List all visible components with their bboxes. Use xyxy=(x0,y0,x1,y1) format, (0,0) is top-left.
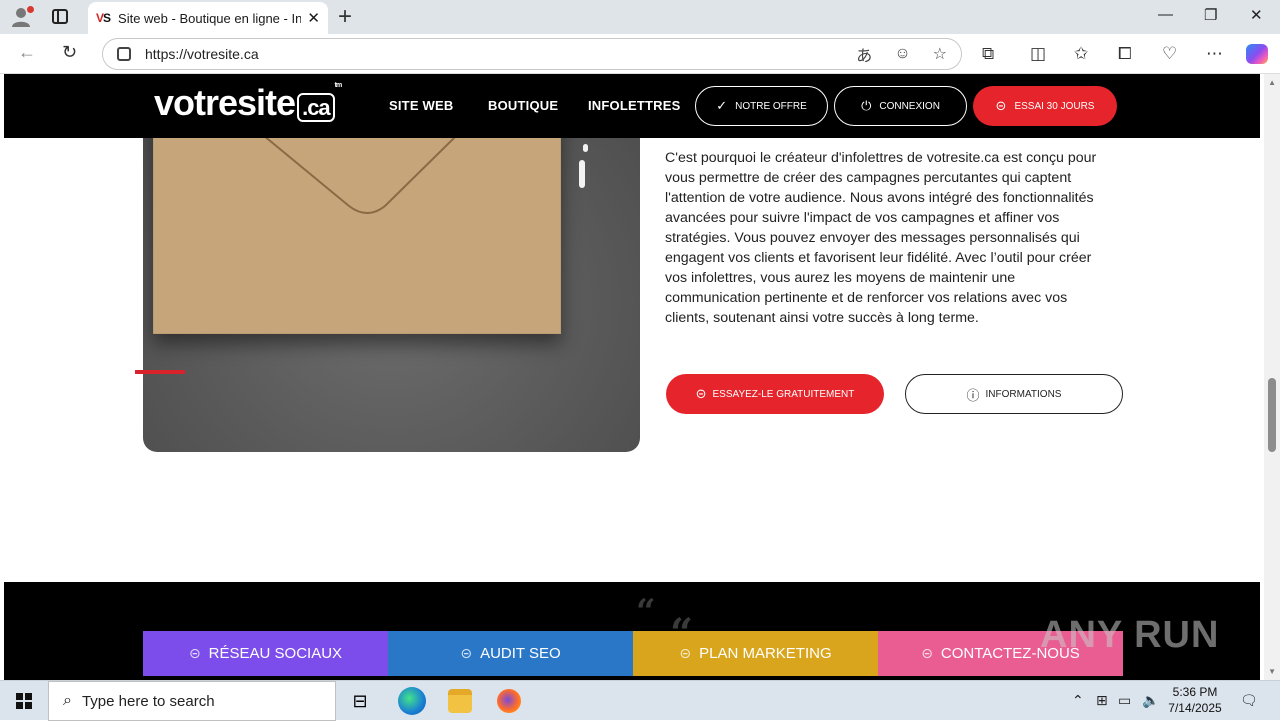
social-networks-label: RÉSEAU SOCIAUX xyxy=(208,645,343,662)
logo-trademark: tm xyxy=(334,82,343,89)
marketing-plan-label: PLAN MARKETING xyxy=(699,645,832,662)
trial-button[interactable]: ⊝ ESSAI 30 JOURS xyxy=(973,86,1117,126)
infolettres-description: C'est pourquoi le créateur d'infolettres… xyxy=(665,150,1097,326)
arrow-circle-icon: ⊝ xyxy=(679,645,692,661)
browser-tab-active[interactable]: VS Site web - Boutique en ligne - Info ✕ xyxy=(88,2,328,34)
page-viewport: C'est pourquoi le créateur d'infolettres… xyxy=(0,74,1280,680)
search-placeholder: Type here to search xyxy=(81,692,215,710)
trial-label: ESSAI 30 JOURS xyxy=(1014,100,1095,112)
try-free-button[interactable]: ⊝ ESSAYEZ-LE GRATUITEMENT xyxy=(666,374,884,414)
arrow-circle-icon: ⊝ xyxy=(460,645,473,661)
back-icon[interactable]: ← xyxy=(18,42,36,63)
copilot-icon[interactable] xyxy=(1246,44,1268,64)
notifications-icon[interactable]: 🗨 xyxy=(1240,692,1258,709)
information-button[interactable]: ⓘ INFORMATIONS xyxy=(905,374,1123,414)
clock-date: 7/14/2025 xyxy=(1168,701,1222,715)
url-text: https://votresite.ca xyxy=(145,46,259,62)
check-badge-icon: ✓ xyxy=(716,98,728,113)
taskbar-clock[interactable]: 5:36 PM 7/14/2025 xyxy=(1160,684,1230,716)
network-icon[interactable]: ▭ xyxy=(1118,692,1131,709)
info-icon: ⓘ xyxy=(966,387,980,403)
arrow-circle-icon: ⊝ xyxy=(695,386,707,401)
nav-boutique[interactable]: BOUTIQUE xyxy=(488,98,558,113)
start-button[interactable] xyxy=(16,693,32,709)
site-info-icon[interactable] xyxy=(117,47,131,61)
site-logo[interactable]: votresite .ca tm xyxy=(154,82,343,124)
new-tab-icon[interactable]: + xyxy=(338,3,352,31)
power-icon: ⏻ xyxy=(861,98,872,113)
arrow-circle-icon: ⊝ xyxy=(995,98,1007,113)
close-window-icon[interactable]: ✕ xyxy=(1250,6,1263,24)
volume-icon[interactable]: 🔈 xyxy=(1142,692,1159,709)
split-screen-icon[interactable]: ◫ xyxy=(1030,44,1046,64)
windows-taskbar: ⌕ Type here to search ⊟ ⌃ ⊞ ▭ 🔈 5:36 PM … xyxy=(0,680,1280,721)
taskbar-search[interactable]: ⌕ Type here to search xyxy=(48,681,336,721)
browser-essentials-icon[interactable]: ♡ xyxy=(1162,44,1177,64)
scroll-down-icon[interactable]: ▼ xyxy=(1268,667,1276,676)
extensions-icon[interactable]: ⧉ xyxy=(982,44,994,64)
seo-audit-button[interactable]: ⊝ AUDIT SEO xyxy=(388,631,633,676)
close-tab-icon[interactable]: ✕ xyxy=(307,9,320,27)
favorites-icon[interactable]: ✩ xyxy=(1074,44,1088,64)
site-header: votresite .ca tm SITE WEB BOUTIQUE INFOLET… xyxy=(4,74,1260,138)
arrow-circle-icon: ⊝ xyxy=(188,645,201,661)
file-explorer-icon[interactable] xyxy=(448,689,472,713)
red-accent-line xyxy=(135,370,185,374)
anyrun-watermark: ANY RUN xyxy=(1040,614,1220,656)
collections-icon[interactable]: ⧠ xyxy=(1118,44,1132,64)
logo-suffix: .ca xyxy=(297,93,335,122)
tab-title: Site web - Boutique en ligne - Info xyxy=(118,10,302,26)
task-view-icon[interactable]: ⊟ xyxy=(348,689,372,713)
page-scrollbar[interactable]: ▲ ▼ xyxy=(1264,74,1280,680)
translate-icon[interactable]: あ xyxy=(856,42,872,66)
arrow-circle-icon: ⊝ xyxy=(921,645,933,661)
clock-time: 5:36 PM xyxy=(1172,685,1218,699)
favorite-star-icon[interactable]: ☆ xyxy=(933,44,947,64)
login-label: CONNEXION xyxy=(879,100,940,112)
scroll-up-icon[interactable]: ▲ xyxy=(1268,78,1276,87)
refresh-icon[interactable]: ↻ xyxy=(62,42,77,63)
show-hidden-icons-icon[interactable]: ⌃ xyxy=(1072,692,1084,709)
search-icon: ⌕ xyxy=(63,692,72,709)
browser-toolbar: ← ↻ https://votresite.ca あ ☺ ☆ ⧉ ◫ ✩ ⧠ ♡… xyxy=(0,34,1280,74)
login-button[interactable]: ⏻ CONNEXION xyxy=(834,86,967,126)
information-label: INFORMATIONS xyxy=(985,388,1062,400)
minimize-icon[interactable]: — xyxy=(1158,6,1173,23)
seo-audit-label: AUDIT SEO xyxy=(480,645,561,662)
reading-icon[interactable]: ☺ xyxy=(894,45,910,63)
social-networks-button[interactable]: ⊝ RÉSEAU SOCIAUX xyxy=(143,631,388,676)
our-offer-label: NOTRE OFFRE xyxy=(735,100,807,112)
quote-open-icon: “ xyxy=(636,592,656,632)
tab-actions-icon[interactable] xyxy=(52,9,68,24)
site-favicon-icon: VS xyxy=(96,11,111,25)
our-offer-button[interactable]: ✓ NOTRE OFFRE xyxy=(695,86,828,126)
nav-infolettres[interactable]: INFOLETTRES xyxy=(588,98,680,113)
profile-icon[interactable] xyxy=(10,6,34,28)
scrollbar-thumb[interactable] xyxy=(1268,378,1276,452)
firefox-icon[interactable] xyxy=(497,689,521,713)
browser-tab-bar: VS Site web - Boutique en ligne - Info ✕… xyxy=(0,0,1280,34)
more-menu-icon[interactable]: ⋯ xyxy=(1206,44,1223,64)
try-free-label: ESSAYEZ-LE GRATUITEMENT xyxy=(712,388,855,400)
restore-icon[interactable]: ❐ xyxy=(1204,6,1217,24)
nav-site-web[interactable]: SITE WEB xyxy=(389,98,453,113)
address-bar[interactable]: https://votresite.ca あ ☺ ☆ xyxy=(102,38,962,70)
edge-browser-icon[interactable] xyxy=(398,687,426,715)
marketing-plan-button[interactable]: ⊝ PLAN MARKETING xyxy=(633,631,878,676)
device-icon[interactable]: ⊞ xyxy=(1096,692,1108,709)
logo-text: votresite xyxy=(154,82,296,123)
